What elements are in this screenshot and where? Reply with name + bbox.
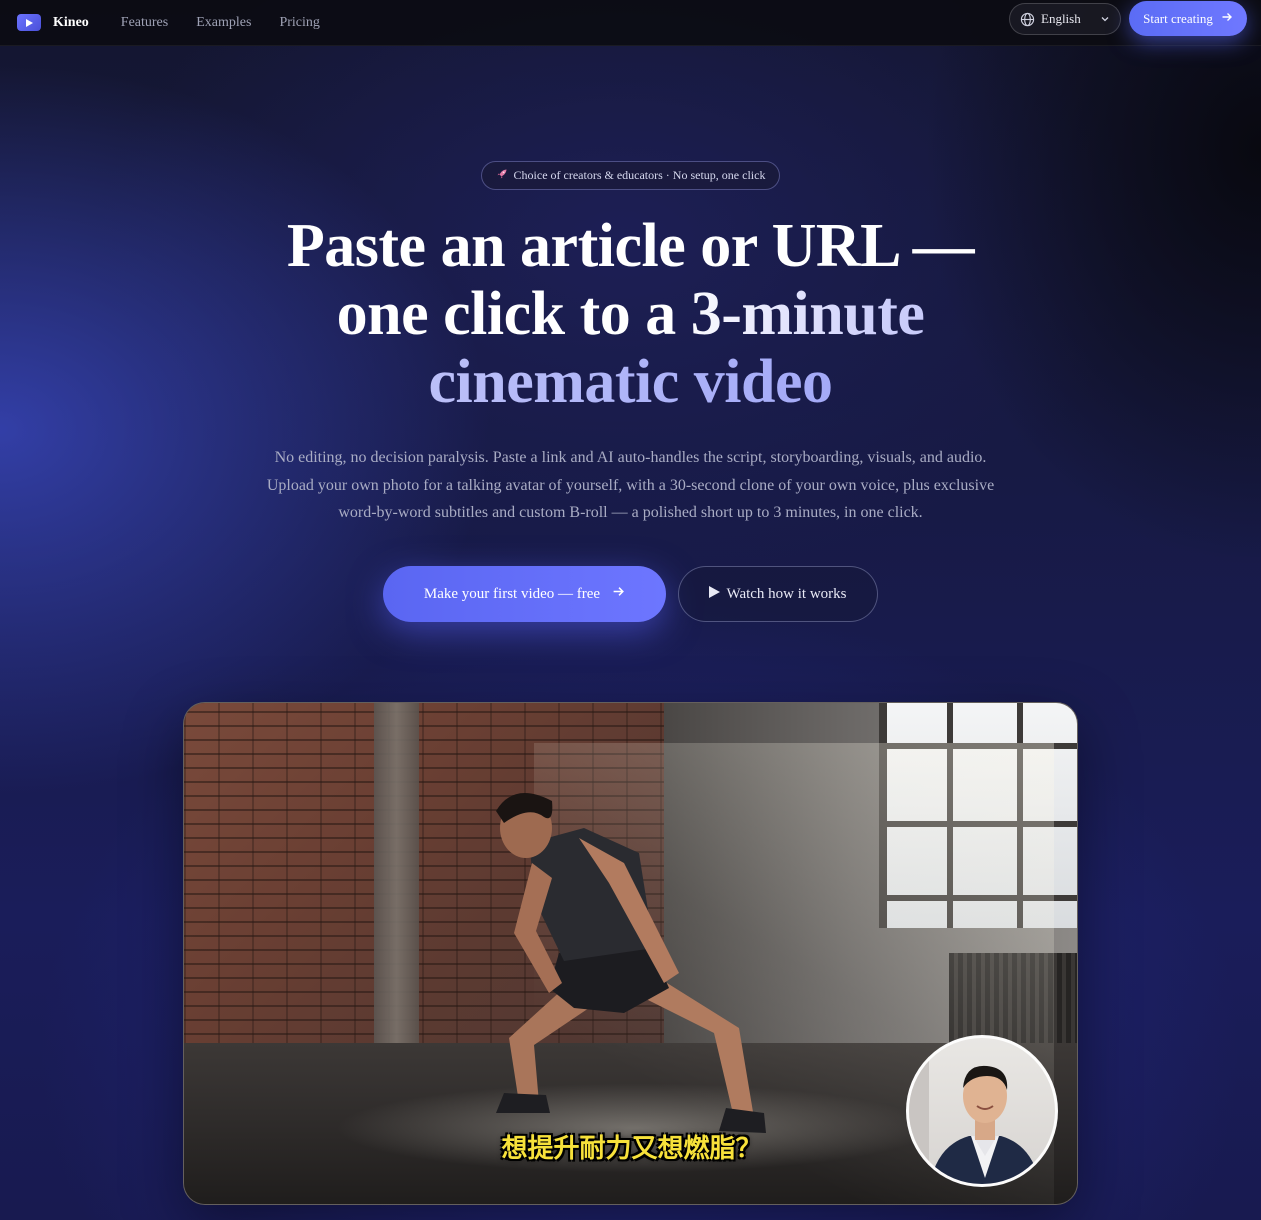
headline-line-2: one click to a 3-minute	[230, 280, 1031, 348]
language-label: English	[1041, 11, 1081, 26]
hero-subtitle: No editing, no decision paralysis. Paste…	[266, 449, 995, 521]
brand-name: Kineo	[53, 14, 89, 30]
concrete-pillar	[374, 703, 419, 1053]
headline-line-3: cinematic video	[230, 348, 1031, 416]
arrow-right-icon	[1221, 11, 1233, 27]
arrow-right-icon	[612, 585, 625, 603]
play-logo-icon	[17, 14, 41, 31]
make-first-video-label: Make your first video — free	[423, 585, 601, 602]
video-subtitle: 想提升耐力又想燃脂？	[501, 1134, 762, 1164]
watch-how-it-works-label: Watch how it works	[726, 585, 847, 602]
make-first-video-button[interactable]: Make your first video — free	[383, 566, 666, 622]
play-icon	[709, 585, 721, 603]
language-select[interactable]: English	[1009, 3, 1121, 35]
start-creating-button[interactable]: Start creating	[1129, 1, 1247, 36]
nav-link-examples[interactable]: Examples	[196, 15, 251, 31]
start-creating-label: Start creating	[1143, 10, 1213, 26]
chevron-down-icon	[1100, 14, 1110, 24]
headline-line-1: Paste an article or URL —	[286, 212, 975, 280]
video-preview[interactable]: 想提升耐力又想燃脂？	[183, 702, 1078, 1205]
nav-link-features[interactable]: Features	[121, 15, 168, 31]
badge-text: Choice of creators & educators · No setu…	[513, 168, 766, 182]
globe-icon	[1020, 12, 1035, 27]
rocket-icon	[496, 168, 508, 184]
athlete-figure	[496, 793, 766, 1133]
watch-how-it-works-button[interactable]: Watch how it works	[678, 566, 878, 622]
hero-badge: Choice of creators & educators · No setu…	[481, 161, 780, 190]
brand-logo[interactable]: Kineo	[17, 14, 89, 31]
nav-link-pricing[interactable]: Pricing	[279, 15, 319, 31]
hero-headline: Paste an article or URL — one click to a…	[230, 212, 1031, 416]
nav-links: Features Examples Pricing	[121, 15, 320, 31]
